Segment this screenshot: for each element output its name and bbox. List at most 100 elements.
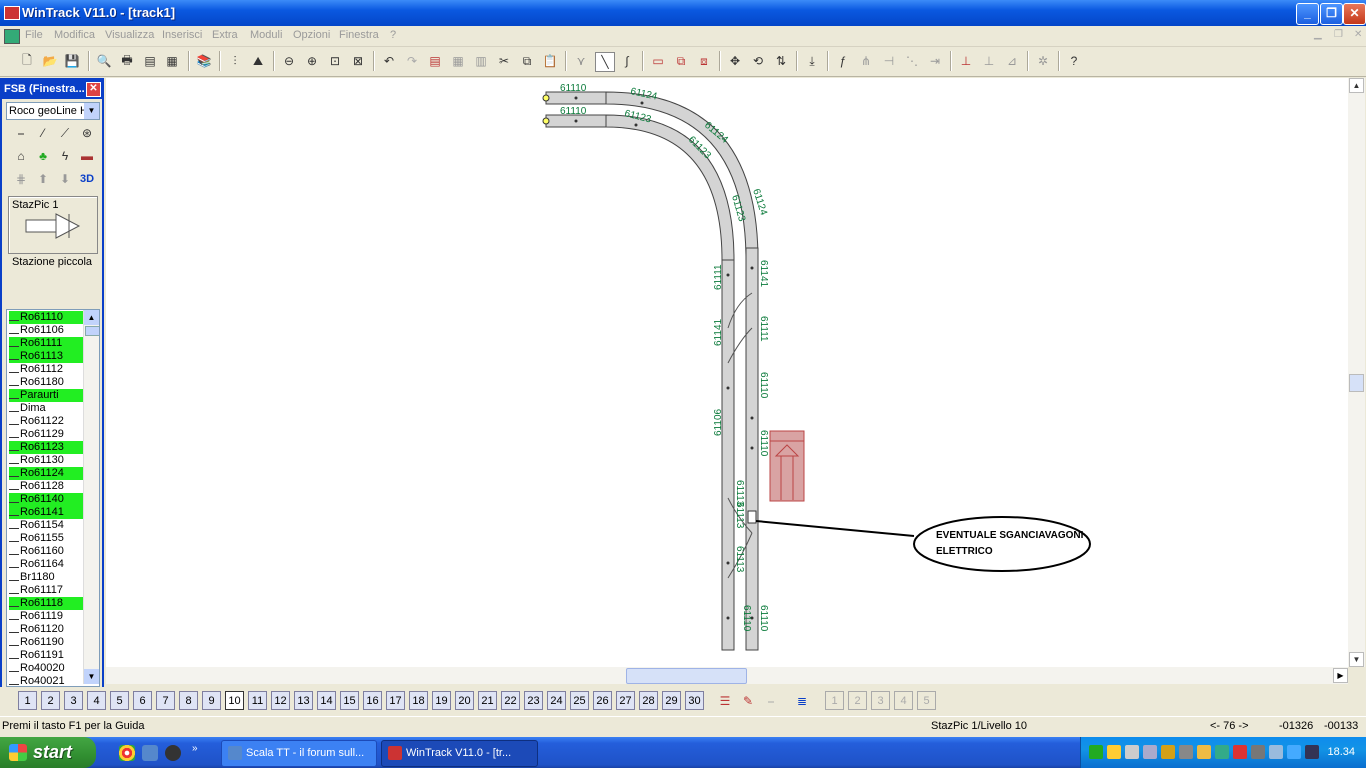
zoom-all-icon[interactable]: ⊠ [349,52,367,70]
layer-tab-1[interactable]: 1 [825,691,844,710]
layer-tab-2[interactable]: 2 [848,691,867,710]
article-item[interactable]: Ro61164 [9,558,83,571]
vertical-scroll-thumb[interactable] [1349,374,1364,392]
platform-tool-icon[interactable]: ▬ [78,147,96,165]
layer-tab-4[interactable]: 4 [894,691,913,710]
station-preview[interactable]: StazPic 1 [8,196,98,254]
level-button-18[interactable]: 18 [409,691,428,710]
article-item[interactable]: Ro61160 [9,545,83,558]
print-icon[interactable]: 🖶 [118,52,136,70]
article-item[interactable]: Ro61155 [9,532,83,545]
catenary-tool-icon[interactable]: ⋕ [12,170,30,188]
level-button-26[interactable]: 26 [593,691,612,710]
level-button-19[interactable]: 19 [432,691,451,710]
level-button-11[interactable]: 11 [248,691,267,710]
level-button-9[interactable]: 9 [202,691,221,710]
level-button-6[interactable]: 6 [133,691,152,710]
article-item[interactable]: Ro61154 [9,519,83,532]
height-icon[interactable]: ⊥ [957,52,975,70]
tray-keyboard-icon[interactable] [1305,745,1319,759]
panel-titlebar[interactable]: FSB (Finestra... ✕ [2,80,102,99]
level-button-22[interactable]: 22 [501,691,520,710]
article-item[interactable]: Ro61106 [9,324,83,337]
copy-icon[interactable]: ⧉ [518,52,536,70]
article-item[interactable]: Paraurti [9,389,83,402]
switch-tool-icon[interactable]: ⟋ [56,124,74,142]
connect-icon[interactable]: ƒ [834,52,852,70]
article-item[interactable]: Ro61191 [9,649,83,662]
article-item[interactable]: Ro61118 [9,597,83,610]
turntable-tool-icon[interactable]: ⊛ [78,124,96,142]
chevron-down-icon[interactable]: ▼ [84,103,99,119]
print-setup-icon[interactable]: ▤ [141,52,159,70]
curve-track-tool-icon[interactable]: ⁄ [34,124,52,142]
level-button-20[interactable]: 20 [455,691,474,710]
tray-monitor-icon[interactable] [1143,745,1157,759]
undo-icon[interactable]: ↶ [380,52,398,70]
task-wintrack[interactable]: WinTrack V11.0 - [tr... [381,740,538,767]
level-button-14[interactable]: 14 [317,691,336,710]
mdi-restore-button[interactable]: ❐ [1334,29,1343,40]
redo-icon[interactable]: ↷ [403,52,421,70]
building-tool-icon[interactable]: ⌂ [12,147,30,165]
close-button[interactable]: ✕ [1343,3,1366,25]
tray-search-icon[interactable] [1287,745,1301,759]
scroll-up-icon[interactable]: ▲ [84,310,99,325]
grid-icon[interactable]: ▦ [449,52,467,70]
level-button-13[interactable]: 13 [294,691,313,710]
level-button-24[interactable]: 24 [547,691,566,710]
context-help-icon[interactable]: ? [1065,52,1083,70]
article-item[interactable]: Ro61123 [9,441,83,454]
extend-icon[interactable]: ⇥ [926,52,944,70]
article-item[interactable]: Ro61112 [9,363,83,376]
level-button-8[interactable]: 8 [179,691,198,710]
layers-icon[interactable]: ☰ [716,692,734,710]
split-icon[interactable]: ⋔ [857,52,875,70]
manufacturer-select[interactable]: Roco geoLine H ▼ [6,102,100,120]
level-button-30[interactable]: 30 [685,691,704,710]
app-icon[interactable] [4,6,20,20]
menu-file[interactable]: File [25,29,43,41]
article-item[interactable]: Ro61117 [9,584,83,597]
scroll-down-icon[interactable]: ▼ [84,669,99,684]
article-item[interactable]: Ro61140 [9,493,83,506]
scenery-icon[interactable]: ✲ [1034,52,1052,70]
level-button-15[interactable]: 15 [340,691,359,710]
mdi-close-button[interactable]: ✕ [1354,29,1362,40]
paste-icon[interactable]: 📋 [541,52,559,70]
open-folder-icon[interactable]: 📂 [41,52,59,70]
article-item[interactable]: Ro61124 [9,467,83,480]
level-button-25[interactable]: 25 [570,691,589,710]
vertical-scrollbar[interactable]: ▲ ▼ [1348,78,1365,667]
menu-help[interactable]: ? [390,29,396,41]
library-icon[interactable]: 📚 [195,52,213,70]
article-item[interactable]: Ro61122 [9,415,83,428]
divide-icon[interactable]: ⋱ [903,52,921,70]
menu-modifica[interactable]: Modifica [54,29,95,41]
level-button-27[interactable]: 27 [616,691,635,710]
track-layout[interactable]: 61110 61110 61124 61123 61124 61123 6112… [106,78,1348,667]
scroll-thumb[interactable] [85,326,99,336]
level-button-1[interactable]: 1 [18,691,37,710]
3d-view-icon[interactable]: 3D [78,170,96,188]
ramp-icon[interactable]: ⊿ [1003,52,1021,70]
straight-track-icon[interactable]: ╲ [595,52,615,72]
article-item[interactable]: Ro61129 [9,428,83,441]
move-icon[interactable]: ✥ [726,52,744,70]
calculator-icon[interactable]: ▦ [163,52,181,70]
down-tool-icon[interactable]: ⬇ [56,170,74,188]
article-item[interactable]: Ro61120 [9,623,83,636]
slope-icon[interactable]: ⊥ [980,52,998,70]
task-forum[interactable]: Scala TT - il forum sull... [221,740,377,767]
article-item[interactable]: Ro40021 [9,675,83,686]
article-item[interactable]: Ro40020 [9,662,83,675]
level-button-12[interactable]: 12 [271,691,290,710]
rotate-icon[interactable]: ⟲ [749,52,767,70]
insert-point-icon[interactable]: ⤓ [803,52,821,70]
modules-link-icon[interactable]: ⧈ [695,52,713,70]
layer-hide-icon[interactable]: ⎯ [762,692,780,710]
maximize-button[interactable]: ❐ [1320,3,1343,25]
chrome-icon[interactable] [119,745,135,761]
save-icon[interactable]: 💾 [63,52,81,70]
menu-opzioni[interactable]: Opzioni [293,29,330,41]
